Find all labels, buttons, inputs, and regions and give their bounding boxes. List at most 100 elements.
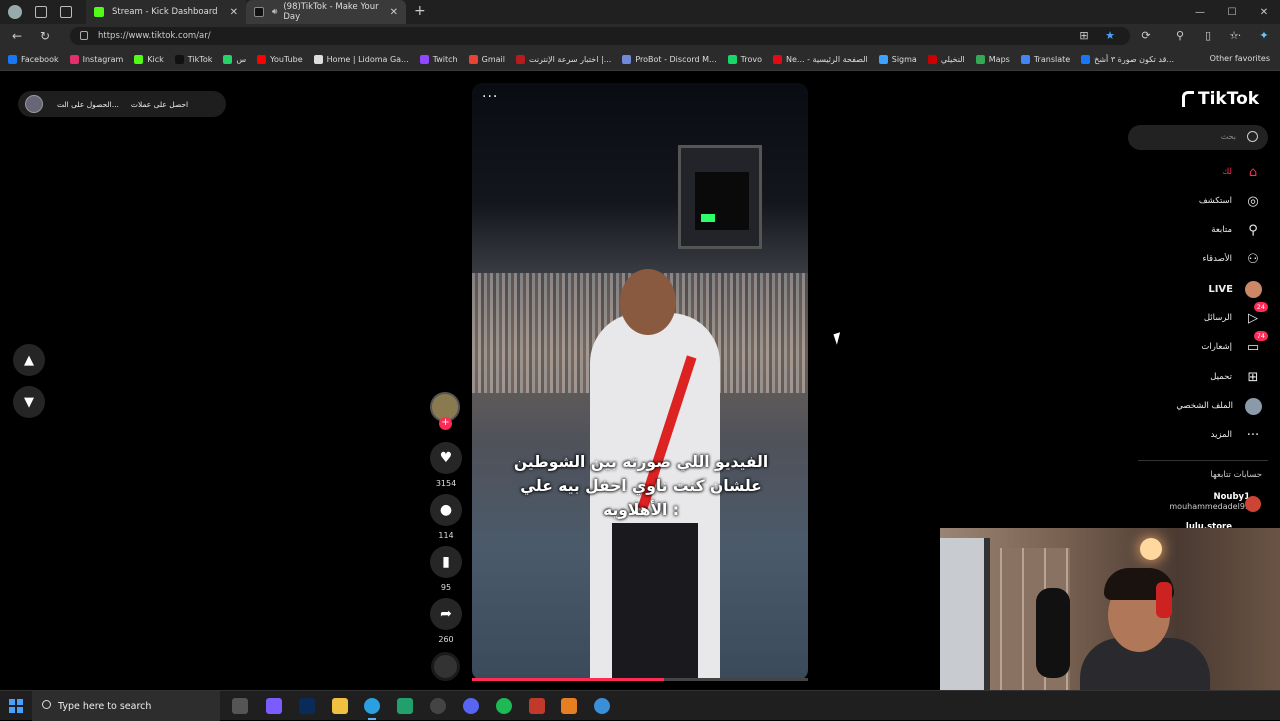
bookmark-item[interactable]: TikTok <box>174 54 212 64</box>
search-icon[interactable] <box>1247 131 1258 142</box>
profile-avatar[interactable] <box>8 5 22 19</box>
discord-icon[interactable] <box>463 698 479 714</box>
sidebar-item[interactable]: LIVE <box>1208 279 1262 299</box>
bookmark-label: Maps <box>988 54 1010 64</box>
share-icon[interactable]: ➦ <box>430 598 462 630</box>
copilot-taskbar-icon[interactable] <box>266 698 282 714</box>
previous-video-button[interactable]: ▲ <box>13 344 45 376</box>
url-input[interactable]: https://www.tiktok.com/ar/ <box>70 27 1130 45</box>
get-app-link[interactable]: الحصول على الت... <box>57 100 119 109</box>
workspaces-icon[interactable] <box>35 6 47 18</box>
bookmark-label: Trovo <box>740 54 763 64</box>
chart-app-icon[interactable] <box>529 698 545 714</box>
bookmark-item[interactable]: النخيلي <box>927 54 965 64</box>
followed-account[interactable]: Nouby1 mouhammedadel99 <box>1169 492 1250 511</box>
video-more-button[interactable]: ··· <box>482 89 498 105</box>
extensions-icon[interactable]: ⚲ <box>1174 30 1186 42</box>
sidebar-item-label: تحميل <box>1210 372 1232 382</box>
split-screen-icon[interactable]: ▯ <box>1202 30 1214 42</box>
favorite-star-icon[interactable]: ★ <box>1104 30 1116 42</box>
bookmark-item[interactable]: Kick <box>134 54 164 64</box>
sidebar-item[interactable]: الأصدقاء ⚇ <box>1202 249 1262 269</box>
bookmark-item[interactable]: YouTube <box>257 54 303 64</box>
app-available-icon[interactable]: ⊞ <box>1078 30 1090 42</box>
comment-action[interactable]: ● 114 <box>428 494 464 540</box>
copilot-icon[interactable]: ✦ <box>1258 30 1270 42</box>
search-input[interactable]: بحث <box>1128 125 1268 150</box>
tab-actions-icon[interactable] <box>60 6 72 18</box>
spotify-icon[interactable] <box>496 698 512 714</box>
sidebar-item[interactable]: إشعارات ▭ 74 <box>1201 331 1268 357</box>
taskbar-search-input[interactable]: Type here to search <box>32 691 220 721</box>
video-caption: الفيديو اللي صورته بين الشوطين علشان كنت… <box>486 450 796 522</box>
messages-icon: ▷ 24 <box>1244 302 1268 327</box>
bookmark-item[interactable]: Instagram <box>69 54 123 64</box>
next-video-button[interactable]: ▼ <box>13 386 45 418</box>
tab-title: Stream - Kick Dashboard <box>112 7 218 17</box>
bookmark-item[interactable]: Twitch <box>419 54 458 64</box>
new-tab-button[interactable]: + <box>414 3 426 19</box>
bookmark-item[interactable]: Sigma <box>878 54 917 64</box>
get-coins-link[interactable]: احصل على عملات <box>131 100 188 109</box>
follow-button[interactable]: + <box>439 417 452 430</box>
store-icon[interactable] <box>397 698 413 714</box>
tiktok-logo[interactable]: TikTok <box>1182 89 1259 109</box>
sidebar-item[interactable]: الرسائل ▷ 24 <box>1204 302 1268 328</box>
task-view-icon[interactable] <box>232 698 248 714</box>
sidebar-item[interactable]: لك ⌂ <box>1222 162 1262 182</box>
bookmark-item[interactable]: اختبار سرعة الإنترنت |... <box>515 54 611 64</box>
bookmark-icon[interactable]: ▮ <box>430 546 462 578</box>
tab-kick-dashboard[interactable]: Stream - Kick Dashboard ✕ <box>86 0 246 24</box>
back-button[interactable]: ← <box>12 29 28 43</box>
tab-close-icon[interactable]: ✕ <box>390 7 398 18</box>
bookmark-item[interactable]: Maps <box>975 54 1010 64</box>
bookmark-item[interactable]: Ne... - الصفحة الرئيسية <box>773 54 868 64</box>
windows-start-icon[interactable] <box>9 698 23 713</box>
refresh-button[interactable]: ↻ <box>40 29 56 43</box>
close-window-button[interactable]: ✕ <box>1248 7 1280 18</box>
other-favorites-button[interactable]: Other favorites <box>1210 54 1270 63</box>
bookmark-favicon-icon <box>468 54 478 64</box>
bookmark-item[interactable]: Translate <box>1020 54 1070 64</box>
refresh-page-icon[interactable]: ⟳ <box>1140 30 1152 42</box>
music-disc-icon[interactable] <box>431 652 460 681</box>
user-avatar[interactable] <box>25 95 43 113</box>
edge-icon[interactable] <box>364 698 380 720</box>
sidebar-item[interactable]: متابعة ⚲ <box>1211 220 1262 240</box>
save-action[interactable]: ▮ 95 <box>428 546 464 592</box>
share-action[interactable]: ➦ 260 <box>428 598 464 644</box>
video-progress-bar[interactable] <box>472 678 808 681</box>
bookmark-item[interactable]: ProBot - Discord M... <box>622 54 717 64</box>
bookmark-favicon-icon <box>313 54 323 64</box>
minimize-button[interactable]: — <box>1184 7 1216 18</box>
comment-icon[interactable]: ● <box>430 494 462 526</box>
bookmark-item[interactable]: س <box>223 54 246 64</box>
file-explorer-icon[interactable] <box>332 698 348 714</box>
settings-more-icon[interactable]: ··· <box>1230 30 1242 42</box>
sidebar-item[interactable]: المزيد ··· <box>1211 425 1262 445</box>
tab-tiktok[interactable]: 🔊︎ (98)TikTok - Make Your Day ✕ <box>246 0 406 24</box>
bookmark-item[interactable]: Gmail <box>468 54 505 64</box>
bookmark-item[interactable]: Home | Lidoma Ga... <box>313 54 409 64</box>
like-action[interactable]: ♥ 3154 <box>428 442 464 488</box>
sidebar-item[interactable]: استكشف ◎ <box>1199 191 1262 211</box>
photoshop-icon[interactable] <box>299 698 315 714</box>
obs-icon[interactable] <box>430 698 446 714</box>
sidebar-item[interactable]: الملف الشخصي <box>1176 396 1262 416</box>
logo-text: TikTok <box>1198 89 1260 109</box>
bookmark-item[interactable]: Facebook <box>8 54 59 64</box>
image-app-icon[interactable] <box>561 698 577 714</box>
tab-close-icon[interactable]: ✕ <box>230 7 238 18</box>
speaker-icon[interactable]: 🔊︎ <box>272 7 277 17</box>
account-avatar[interactable] <box>1245 496 1261 512</box>
heart-icon[interactable]: ♥ <box>430 442 462 474</box>
sidebar-item[interactable]: تحميل ⊞ <box>1210 367 1262 387</box>
bookmark-label: Twitch <box>432 54 458 64</box>
bookmark-item[interactable]: Trovo <box>727 54 763 64</box>
video-player[interactable]: ··· <box>472 83 808 680</box>
app-icon[interactable] <box>594 698 610 714</box>
following-accounts-title: حسابات تتابعها <box>1210 470 1262 480</box>
maximize-button[interactable]: ☐ <box>1216 7 1248 18</box>
account-name: Nouby1 <box>1213 492 1250 502</box>
bookmark-item[interactable]: قد تكون صورة ٣ أشخ... <box>1081 54 1174 64</box>
